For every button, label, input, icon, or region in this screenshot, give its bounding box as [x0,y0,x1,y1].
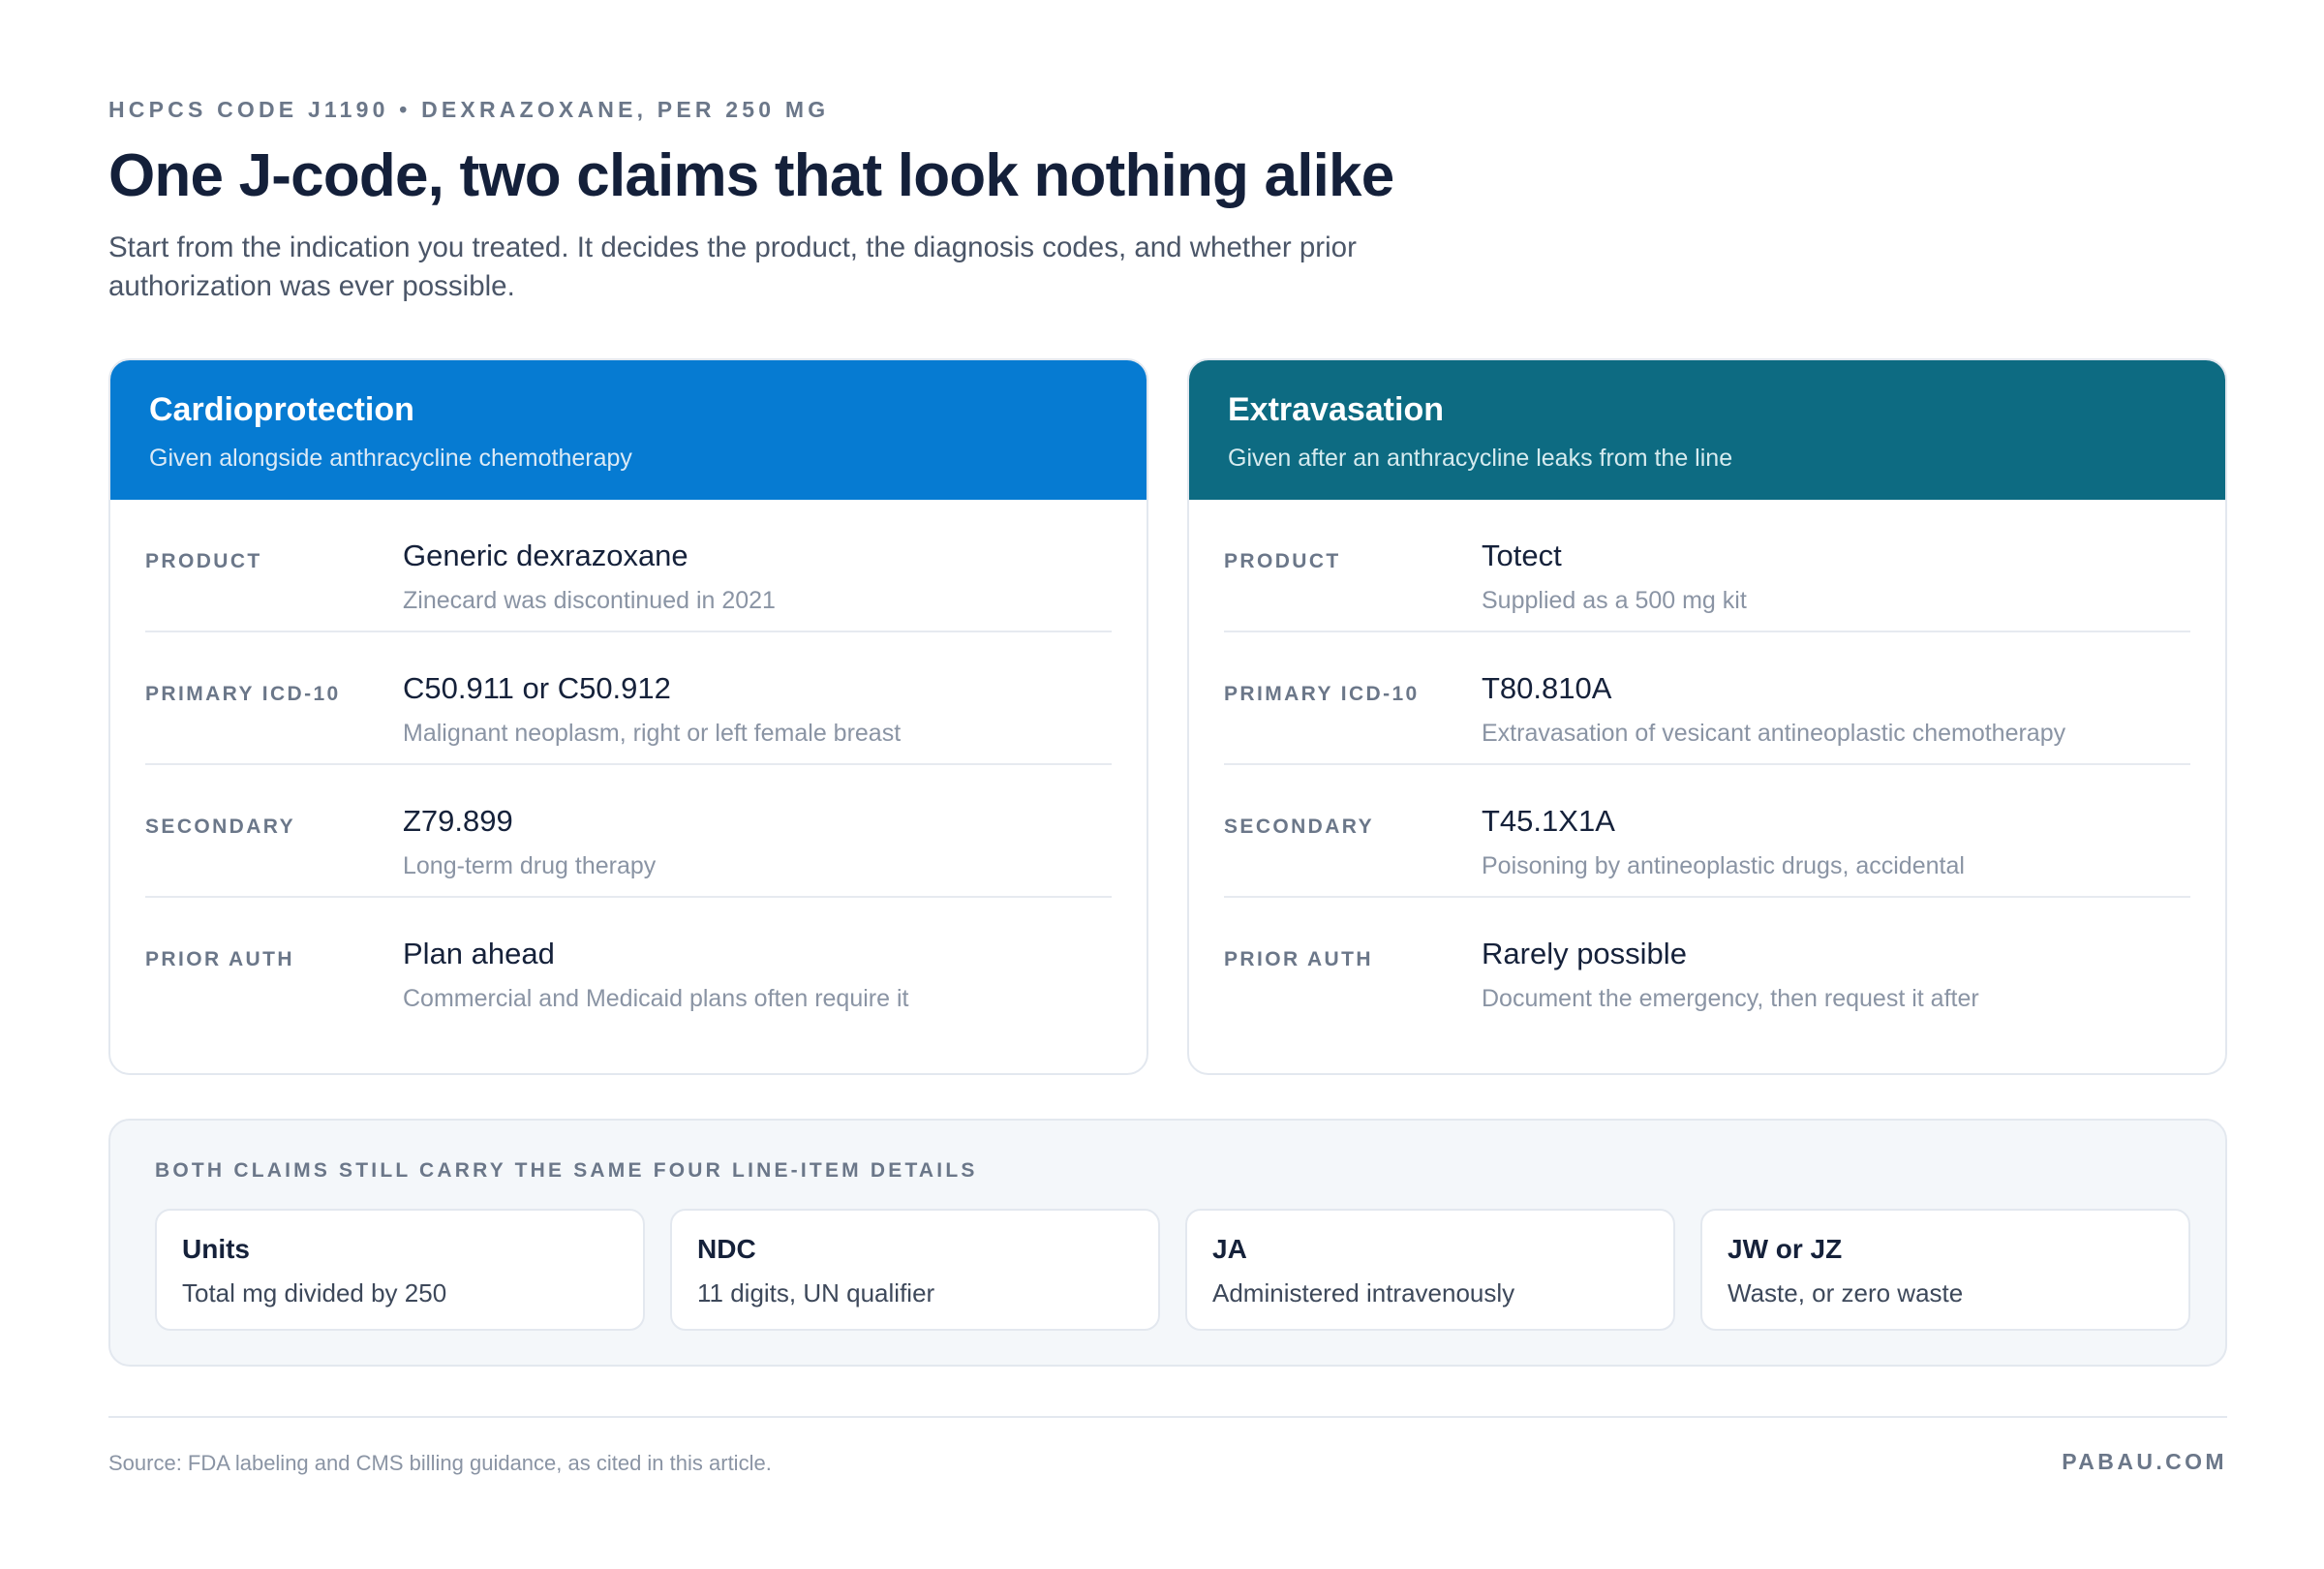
row-content: T45.1X1A Poisoning by antineoplastic dru… [1482,804,1965,896]
card-row-primary-icd: PRIMARY ICD-10 T80.810A Extravasation of… [1224,632,2190,765]
line-item-description: Waste, or zero waste [1728,1278,1964,1308]
card-rows: PRODUCT Generic dexrazoxane Zinecard was… [110,500,1147,1031]
page-subtitle: Start from the indication you treated. I… [108,231,1357,302]
row-note: Document the emergency, then request it … [1482,985,1979,1012]
row-value: Plan ahead [403,937,555,970]
card-subtitle: Given alongside anthracycline chemothera… [149,445,632,472]
card-title: Extravasation [1228,391,1444,428]
line-items-panel: BOTH CLAIMS STILL CARRY THE SAME FOUR LI… [108,1119,2227,1367]
row-label: SECONDARY [145,815,296,838]
row-label: PRODUCT [1224,550,1341,572]
row-note: Malignant neoplasm, right or left female… [403,720,902,747]
card-subtitle: Given after an anthracycline leaks from … [1228,445,1733,472]
row-content: Totect Supplied as a 500 mg kit [1482,538,1747,631]
line-item-title: JW or JZ [1728,1234,1843,1264]
brand-link[interactable]: PABAU.COM [2062,1449,2227,1475]
card-row-prior-auth: PRIOR AUTH Plan ahead Commercial and Med… [145,898,1112,1031]
row-content: Rarely possible Document the emergency, … [1482,937,1979,1031]
line-item-title: NDC [697,1234,756,1264]
card-extravasation: Extravasation Given after an anthracycli… [1187,358,2227,1075]
card-row-primary-icd: PRIMARY ICD-10 C50.911 or C50.912 Malign… [145,632,1112,765]
row-note: Commercial and Medicaid plans often requ… [403,985,909,1012]
row-value: Totect [1482,538,1562,572]
row-label: PRIOR AUTH [145,948,294,970]
card-row-secondary: SECONDARY T45.1X1A Poisoning by antineop… [1224,765,2190,898]
card-row-prior-auth: PRIOR AUTH Rarely possible Document the … [1224,898,2190,1031]
row-content: T80.810A Extravasation of vesicant antin… [1482,671,2065,763]
line-item-description: Total mg divided by 250 [182,1278,447,1308]
page-title: One J-code, two claims that look nothing… [108,142,1394,209]
card-row-secondary: SECONDARY Z79.899 Long-term drug therapy [145,765,1112,898]
line-item-jw-jz: JW or JZ Waste, or zero waste [1700,1209,2190,1331]
row-value: Rarely possible [1482,937,1687,970]
row-note: Poisoning by antineoplastic drugs, accid… [1482,852,1965,879]
row-content: Z79.899 Long-term drug therapy [403,804,656,896]
row-content: Generic dexrazoxane Zinecard was discont… [403,538,776,631]
card-header: Extravasation Given after an anthracycli… [1189,360,2225,500]
row-label: PRIMARY ICD-10 [145,683,341,705]
line-item-title: Units [182,1234,250,1264]
row-content: Plan ahead Commercial and Medicaid plans… [403,937,908,1031]
card-title: Cardioprotection [149,391,414,428]
row-value: Z79.899 [403,804,513,838]
footer-divider [108,1416,2227,1418]
card-header: Cardioprotection Given alongside anthrac… [110,360,1147,500]
row-label: SECONDARY [1224,815,1375,838]
row-label: PRODUCT [145,550,262,572]
eyebrow: HCPCS CODE J1190 • DEXRAZOXANE, PER 250 … [108,97,830,122]
row-note: Extravasation of vesicant antineoplastic… [1482,720,2066,747]
row-label: PRIOR AUTH [1224,948,1373,970]
row-value: T80.810A [1482,671,1612,705]
source-note: Source: FDA labeling and CMS billing gui… [108,1451,772,1475]
panel-label: BOTH CLAIMS STILL CARRY THE SAME FOUR LI… [155,1159,978,1182]
row-content: C50.911 or C50.912 Malignant neoplasm, r… [403,671,901,763]
line-item-units: Units Total mg divided by 250 [155,1209,645,1331]
row-note: Supplied as a 500 mg kit [1482,587,1747,614]
row-value: C50.911 or C50.912 [403,671,671,705]
row-label: PRIMARY ICD-10 [1224,683,1420,705]
line-item-ndc: NDC 11 digits, UN qualifier [670,1209,1160,1331]
line-item-ja: JA Administered intravenously [1185,1209,1675,1331]
card-rows: PRODUCT Totect Supplied as a 500 mg kit … [1189,500,2225,1031]
row-value: T45.1X1A [1482,804,1615,838]
line-item-description: 11 digits, UN qualifier [697,1278,935,1308]
card-cardioprotection: Cardioprotection Given alongside anthrac… [108,358,1148,1075]
line-item-title: JA [1212,1234,1247,1264]
card-row-product: PRODUCT Generic dexrazoxane Zinecard was… [145,500,1112,632]
row-value: Generic dexrazoxane [403,538,688,572]
line-item-description: Administered intravenously [1212,1278,1515,1308]
row-note: Long-term drug therapy [403,852,657,879]
card-row-product: PRODUCT Totect Supplied as a 500 mg kit [1224,500,2190,632]
row-note: Zinecard was discontinued in 2021 [403,587,776,614]
